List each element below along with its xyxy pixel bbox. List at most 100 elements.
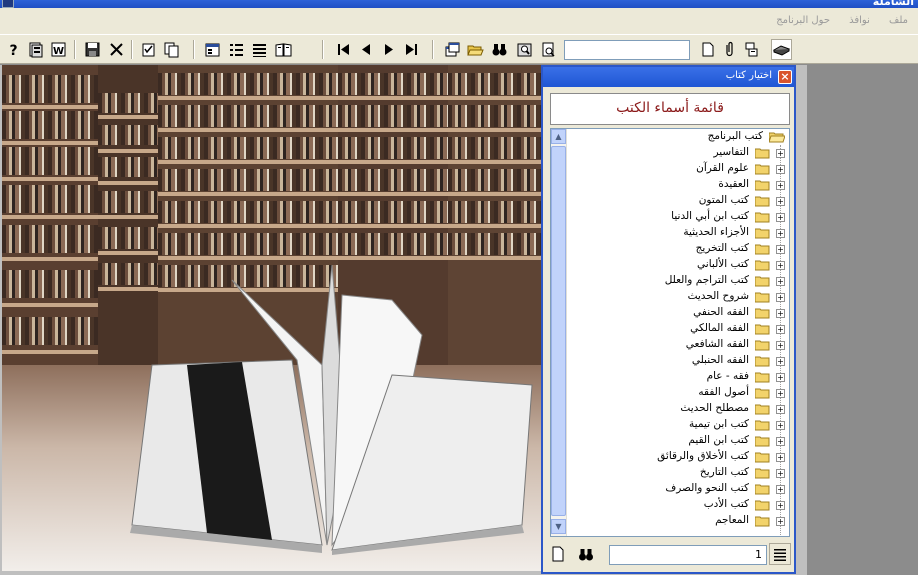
expand-icon[interactable]: + [776, 389, 785, 398]
expand-icon[interactable]: + [776, 373, 785, 382]
tree-node[interactable]: + فقه - عام [567, 369, 789, 385]
save-icon[interactable] [82, 39, 103, 60]
tree-node[interactable]: + الأجزاء الحديثية [567, 225, 789, 241]
tree-node[interactable]: + علوم القرآن [567, 161, 789, 177]
app-icon[interactable] [2, 0, 14, 8]
book-tree[interactable]: ▲ ▼ كتب البرنامج + التفاسير + علوم القرآن + ا… [550, 128, 790, 537]
dialog-title-bar[interactable]: × اختيار كتاب [543, 67, 794, 87]
tree-node[interactable]: + أصول الفقه [567, 385, 789, 401]
word-export-icon[interactable]: W [48, 39, 69, 60]
expand-icon[interactable]: + [776, 421, 785, 430]
menu-windows[interactable]: نوافذ [845, 15, 874, 26]
tree-node[interactable]: + الفقه الحنبلي [567, 353, 789, 369]
list-icon[interactable] [769, 543, 791, 565]
expand-icon[interactable]: + [776, 437, 785, 446]
expand-icon[interactable]: + [776, 149, 785, 158]
layout-icon[interactable] [741, 39, 762, 60]
binoculars-icon[interactable] [575, 543, 597, 565]
open-book-image [130, 264, 533, 555]
folder-icon [755, 420, 770, 431]
tree-node-label: الفقه المالكي [690, 322, 749, 334]
tree-node[interactable]: + الفقه المالكي [567, 321, 789, 337]
attach-icon[interactable] [719, 39, 740, 60]
properties-icon[interactable] [202, 39, 223, 60]
expand-icon[interactable]: + [776, 405, 785, 414]
expand-icon[interactable]: + [776, 293, 785, 302]
windows-icon[interactable] [442, 39, 463, 60]
tree-node[interactable]: + العقيدة [567, 177, 789, 193]
expand-icon[interactable]: + [776, 325, 785, 334]
tree-node[interactable]: + الفقه الشافعي [567, 337, 789, 353]
folder-icon [755, 372, 770, 383]
tree-node-label: كتب ابن أبي الدنيا [671, 210, 749, 222]
expand-icon[interactable]: + [776, 181, 785, 190]
scroll-down-icon[interactable]: ▼ [551, 519, 566, 534]
help-icon[interactable]: ? [3, 39, 24, 60]
book-index-icon[interactable] [25, 39, 46, 60]
tree-node[interactable]: + التفاسير [567, 145, 789, 161]
tree-node[interactable]: + كتب المتون [567, 193, 789, 209]
scroll-thumb[interactable] [551, 146, 566, 516]
tree-node[interactable]: + كتب التاريخ [567, 465, 789, 481]
expand-icon[interactable]: + [776, 357, 785, 366]
page-number-input[interactable]: 1 [609, 545, 767, 565]
last-page-icon[interactable] [401, 39, 422, 60]
tree-node[interactable]: + كتب الألباني [567, 257, 789, 273]
tree-node[interactable]: + شروح الحديث [567, 289, 789, 305]
expand-icon[interactable]: + [776, 517, 785, 526]
expand-icon[interactable]: + [776, 165, 785, 174]
expand-icon[interactable]: + [776, 341, 785, 350]
expand-icon[interactable]: + [776, 309, 785, 318]
search-input[interactable] [564, 40, 690, 60]
expand-icon[interactable]: + [776, 277, 785, 286]
menu-file[interactable]: ملف [885, 15, 912, 26]
edit-icon[interactable] [138, 39, 159, 60]
expand-icon[interactable]: + [776, 501, 785, 510]
new-page-icon[interactable] [697, 39, 718, 60]
delete-icon[interactable] [106, 39, 127, 60]
book-list-header: قائمة أسماء الكتب [550, 93, 790, 125]
scroll-up-icon[interactable]: ▲ [551, 129, 566, 144]
preview-icon[interactable] [538, 39, 559, 60]
tree-node[interactable]: + كتب ابن تيمية [567, 417, 789, 433]
lines-icon[interactable] [249, 39, 270, 60]
tree-node[interactable]: + كتب الأدب [567, 497, 789, 513]
expand-icon[interactable]: + [776, 469, 785, 478]
tree-node[interactable]: + المعاجم [567, 513, 789, 529]
tree-node-label: الأجزاء الحديثية [683, 226, 749, 238]
list-icon[interactable] [226, 39, 247, 60]
tree-node-label: كتب التراجم والعلل [664, 274, 749, 286]
folder-icon [755, 340, 770, 351]
title-bar[interactable]: الشاملة [0, 0, 918, 8]
tree-root[interactable]: كتب البرنامج [567, 129, 789, 145]
prev-page-icon[interactable] [356, 39, 377, 60]
tree-node[interactable]: + كتب التخريج [567, 241, 789, 257]
expand-icon[interactable]: + [776, 245, 785, 254]
folder-icon [755, 324, 770, 335]
expand-icon[interactable]: + [776, 213, 785, 222]
tree-scrollbar[interactable]: ▲ ▼ [551, 129, 567, 536]
tree-node[interactable]: + الفقه الحنفي [567, 305, 789, 321]
search-book-icon[interactable] [514, 39, 535, 60]
expand-icon[interactable]: + [776, 261, 785, 270]
expand-icon[interactable]: + [776, 197, 785, 206]
copy-icon[interactable] [161, 39, 182, 60]
expand-icon[interactable]: + [776, 453, 785, 462]
expand-icon[interactable]: + [776, 485, 785, 494]
tree-node[interactable]: + كتب النحو والصرف [567, 481, 789, 497]
first-page-icon[interactable] [333, 39, 354, 60]
tree-node[interactable]: + كتب ابن أبي الدنيا [567, 209, 789, 225]
menu-about[interactable]: حول البرنامج [772, 15, 834, 26]
bookview-icon[interactable] [273, 39, 294, 60]
expand-icon[interactable]: + [776, 229, 785, 238]
new-page-icon[interactable] [547, 543, 569, 565]
binoculars-icon[interactable] [489, 39, 510, 60]
next-page-icon[interactable] [378, 39, 399, 60]
library-icon[interactable] [771, 39, 792, 60]
tree-node[interactable]: + كتب الأخلاق والرقائق [567, 449, 789, 465]
tree-node[interactable]: + كتب التراجم والعلل [567, 273, 789, 289]
tree-node[interactable]: + كتب ابن القيم [567, 433, 789, 449]
tree-node[interactable]: + مصطلح الحديث [567, 401, 789, 417]
open-folder-icon[interactable] [465, 39, 486, 60]
close-icon[interactable]: × [778, 70, 792, 84]
